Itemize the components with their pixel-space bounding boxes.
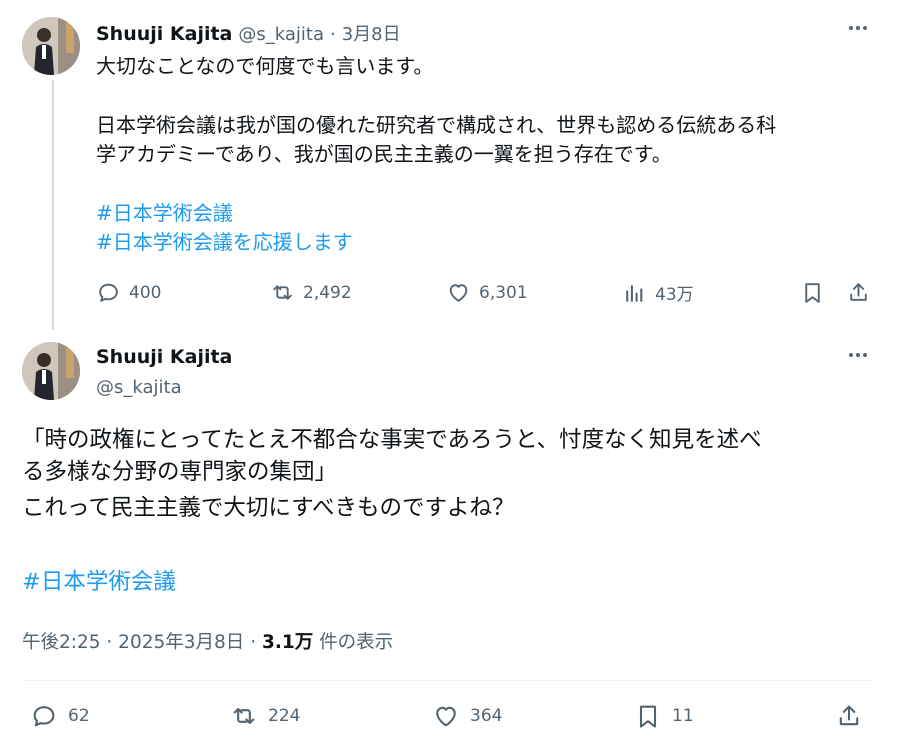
thread-connector-line: [52, 80, 54, 330]
heart-icon: [449, 284, 468, 302]
post-text-line: 「時の政権にとってたとえ不都合な事実であろうと、忖度なく知見を述べ: [22, 427, 762, 453]
repost-icon: [233, 707, 255, 725]
profile-photo-icon: [22, 342, 80, 400]
analytics-icon: [626, 285, 643, 302]
reply-count: 62: [68, 706, 90, 726]
display-name[interactable]: Shuuji Kajita: [96, 346, 232, 368]
bookmark-button[interactable]: 11: [634, 702, 694, 730]
views-button[interactable]: 43万: [622, 280, 694, 305]
repost-button[interactable]: 2,492: [270, 280, 352, 305]
reply-icon: [33, 706, 55, 727]
repost-button[interactable]: 224: [230, 702, 300, 730]
share-button[interactable]: [835, 702, 863, 730]
handle[interactable]: @s_kajita: [96, 377, 182, 398]
bookmark-button[interactable]: [800, 280, 825, 305]
like-button[interactable]: 364: [432, 702, 502, 730]
bookmark-count: 11: [672, 706, 694, 726]
bookmark-icon: [639, 705, 657, 728]
bookmark-icon: [805, 283, 820, 303]
view-count: 43万: [655, 285, 694, 305]
reply-count: 400: [129, 282, 162, 303]
heart-icon: [436, 706, 456, 727]
hashtag-link[interactable]: #日本学術会議: [22, 566, 176, 598]
post-text-line: 学アカデミーであり、我が国の民主主義の一翼を担う存在です。: [96, 142, 672, 166]
reply-button[interactable]: 62: [30, 702, 90, 730]
share-button[interactable]: [846, 280, 871, 305]
post-text-line: る多様な分野の専門家の集団」: [22, 459, 338, 485]
avatar[interactable]: [22, 17, 80, 75]
like-count: 6,301: [479, 282, 528, 303]
display-name[interactable]: Shuuji Kajita: [96, 23, 232, 45]
reply-button[interactable]: 400: [96, 280, 161, 305]
repost-count: 224: [268, 706, 301, 726]
post-text-line: 日本学術会議は我が国の優れた研究者で構成され、世界も認める伝統ある科: [96, 113, 777, 137]
more-horizontal-icon: [849, 353, 867, 357]
like-button[interactable]: 6,301: [446, 280, 528, 305]
post-text-line: 大切なことなので何度でも言います。: [96, 54, 434, 78]
more-options-button[interactable]: [846, 16, 870, 46]
hashtag-link[interactable]: #日本学術会議: [96, 199, 233, 228]
repost-icon: [273, 285, 292, 300]
view-count: 3.1万: [261, 632, 314, 653]
more-options-button[interactable]: [846, 343, 870, 373]
separator: ·: [330, 24, 336, 45]
like-count: 364: [470, 706, 503, 726]
avatar[interactable]: [22, 342, 80, 400]
view-label: 件の表示: [319, 632, 394, 653]
more-horizontal-icon: [849, 26, 867, 30]
share-icon: [850, 283, 867, 301]
post-timestamp: 午後2:25 · 2025年3月8日 · 3.1万 件の表示: [22, 628, 393, 654]
share-icon: [839, 705, 859, 726]
handle[interactable]: @s_kajita: [238, 24, 324, 45]
profile-photo-icon: [22, 17, 80, 75]
reply-icon: [99, 283, 118, 302]
post-date[interactable]: 3月8日: [342, 20, 401, 46]
repost-count: 2,492: [303, 282, 352, 303]
hashtag-link[interactable]: #日本学術会議を応援します: [96, 228, 353, 257]
post-text-line: これって民主主義で大切にすべきものですよね？: [22, 495, 515, 521]
divider: [22, 680, 874, 681]
timestamp-text[interactable]: 午後2:25 · 2025年3月8日 ·: [22, 632, 256, 653]
